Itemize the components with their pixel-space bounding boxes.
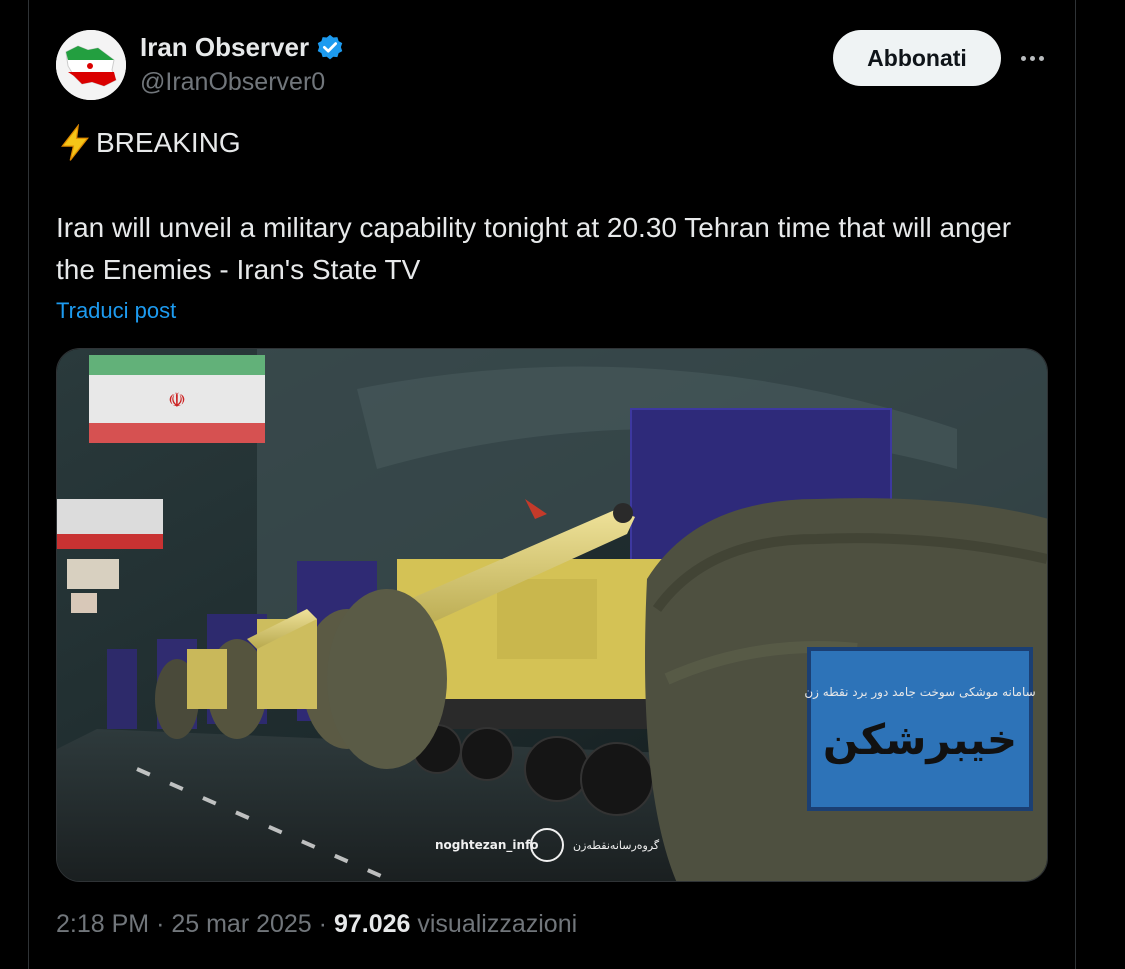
author-name-text[interactable]: Iran Observer (140, 32, 309, 63)
headline-text: BREAKING (96, 127, 241, 158)
follow-button[interactable]: Abbonati (833, 30, 1001, 86)
image-watermark-fa: گروه‌رسانه‌نقطه‌زن (573, 839, 660, 852)
post-time[interactable]: 2:18 PM (56, 910, 149, 938)
more-dots-icon[interactable] (1012, 40, 1052, 76)
sign-title: خیبرشکن (823, 715, 1017, 765)
sign-subtitle: سامانه موشکی سوخت جامد دور برد نقطه زن (804, 685, 1035, 700)
post-date[interactable]: 25 mar 2025 (171, 910, 311, 938)
author-name[interactable]: Iran Observer (140, 32, 345, 63)
views-label: visualizzazioni (417, 910, 578, 938)
meta-separator: · (156, 910, 165, 938)
views-count: 97.026 (333, 910, 411, 938)
translate-post-link[interactable]: Traduci post (56, 298, 176, 324)
avatar[interactable] (56, 30, 126, 100)
missile-tunnel-image: ☫ سامانه موشکی سوخت جامد دور برد نقطه زن… (57, 349, 1047, 881)
verified-badge-icon (317, 34, 343, 59)
post-body: Iran will unveil a military capability t… (56, 212, 1012, 285)
post-headline: BREAKING (56, 124, 241, 162)
image-watermark: noghtezan_info (435, 838, 539, 853)
meta-separator-2: · (318, 910, 327, 938)
svg-text:☫: ☫ (168, 388, 186, 412)
post-image[interactable]: ☫ سامانه موشکی سوخت جامد دور برد نقطه زن… (56, 348, 1048, 882)
author-handle[interactable]: @IranObserver0 (140, 68, 325, 97)
post-meta: 2:18 PM · 25 mar 2025 · 97.026 visualizz… (56, 910, 577, 939)
iran-map-avatar-icon (56, 30, 126, 100)
lightning-bolt-icon (61, 124, 89, 161)
